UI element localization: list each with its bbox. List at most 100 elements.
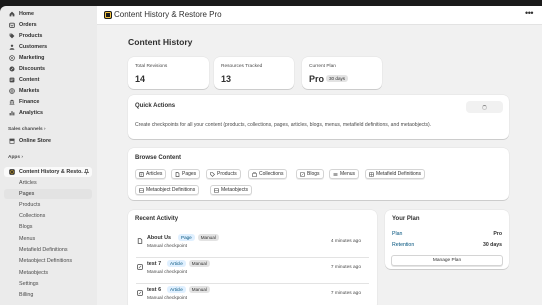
app-title-bar: Content History & Restore Pro ••• [97, 6, 542, 25]
sidebar-subitem-metaobject-definitions[interactable]: Metaobject Definitions [4, 256, 92, 266]
blog-icon [300, 171, 305, 177]
browse-collections-button[interactable]: Collections [248, 169, 288, 179]
menu-icon [333, 172, 338, 176]
sidebar-item-label: Analytics [19, 110, 43, 116]
sidebar-subitem-label: Menus [19, 236, 36, 242]
browse-content-title: Browse Content [135, 155, 182, 161]
sidebar-subitem-blogs[interactable]: Blogs [4, 222, 92, 232]
pin-icon[interactable] [83, 169, 90, 177]
tag-icon [210, 171, 215, 177]
article-icon [137, 290, 143, 296]
stat-card-current-plan: Current Plan Pro 30 days [302, 57, 382, 89]
sidebar-subitem-articles[interactable]: Articles [4, 178, 92, 188]
sidebar-item-content[interactable]: Content [4, 75, 92, 85]
recent-activity-title: Recent Activity [135, 216, 179, 222]
activity-row[interactable]: test 6 Article Manual Manual checkpoint … [128, 282, 369, 305]
activity-resource-name: test 6 [147, 287, 162, 293]
activity-timestamp: 7 minutes ago [330, 291, 361, 296]
sidebar-subitem-metaobjects[interactable]: Metaobjects [4, 268, 92, 278]
sidebar-item-label: Orders [19, 22, 37, 28]
activity-resource-name: About Us [147, 235, 171, 241]
chip-label: Metaobjects [221, 187, 248, 193]
app-title: Content History & Restore Pro [114, 10, 222, 19]
page-title: Content History [128, 37, 193, 47]
home-icon [8, 11, 15, 18]
browse-metafield-definitions-button[interactable]: Metafield Definitions [365, 169, 426, 179]
chip-label: Blogs [307, 171, 320, 177]
sidebar-subitem-menus[interactable]: Menus [4, 234, 92, 244]
sidebar-item-analytics[interactable]: Analytics [4, 108, 92, 118]
activity-resource-name: test 7 [147, 261, 162, 267]
activity-timestamp: 4 minutes ago [330, 239, 361, 244]
sidebar-subitem-label: Metafield Definitions [19, 247, 68, 253]
sidebar-item-orders[interactable]: Orders [4, 20, 92, 30]
browse-pages-button[interactable]: Pages [171, 169, 201, 179]
browse-articles-button[interactable]: Articles [135, 169, 167, 179]
sidebar: Home Orders Products Customers Marketing… [0, 6, 97, 305]
quick-actions-description: Create checkpoints for all your content … [135, 122, 432, 128]
activity-row[interactable]: About Us Page Manual Manual checkpoint 4… [128, 230, 369, 256]
plan-duration-badge: 30 days [326, 75, 349, 82]
chart-icon [8, 110, 15, 117]
activity-badges: Article Manual [167, 260, 210, 267]
collection-icon [252, 171, 257, 177]
stat-label: Current Plan [309, 64, 336, 69]
activity-row[interactable]: test 7 Article Manual Manual checkpoint … [128, 256, 369, 282]
chip-label: Pages [182, 171, 197, 177]
browse-products-button[interactable]: Products [206, 169, 241, 179]
browse-blogs-button[interactable]: Blogs [296, 169, 324, 179]
metaobject-icon [139, 187, 144, 193]
apps-header[interactable]: Apps › [8, 155, 23, 160]
sidebar-item-app[interactable]: Content History & Resto... [4, 167, 92, 177]
manage-plan-button[interactable]: Manage Plan [391, 255, 503, 266]
sidebar-item-label: Markets [19, 88, 40, 94]
sidebar-item-label: Products [19, 33, 43, 39]
main-content: Content History & Restore Pro ••• Conten… [97, 6, 542, 305]
checkpoint-kind-badge: Manual [197, 234, 219, 241]
more-horizontal-icon[interactable]: ••• [525, 8, 533, 18]
activity-timestamp: 7 minutes ago [330, 265, 361, 270]
sidebar-item-online-store[interactable]: Online Store [4, 136, 92, 146]
sidebar-item-discounts[interactable]: Discounts [4, 64, 92, 74]
sidebar-subitem-billing[interactable]: Billing [4, 290, 92, 300]
your-plan-title: Your Plan [392, 216, 420, 222]
sidebar-item-label: Finance [19, 99, 40, 105]
stat-value: Pro [309, 74, 325, 84]
sidebar-subitem-label: Collections [19, 213, 46, 219]
quick-actions-title: Quick Actions [135, 103, 176, 109]
resource-type-badge: Article [167, 286, 186, 293]
sidebar-item-label: Content History & Resto... [19, 169, 83, 175]
sidebar-item-products[interactable]: Products [4, 31, 92, 41]
sidebar-item-marketing[interactable]: Marketing [4, 53, 92, 63]
sidebar-subitem-settings[interactable]: Settings [4, 279, 92, 289]
article-icon [137, 264, 143, 270]
store-icon [8, 138, 15, 145]
sidebar-item-label: Customers [19, 44, 48, 50]
create-checkpoints-button-loading[interactable] [466, 101, 503, 113]
tag-icon [8, 33, 15, 40]
plan-label: Plan [392, 231, 403, 237]
person-icon [8, 44, 15, 51]
resource-type-badge: Article [167, 260, 186, 267]
sales-channels-header[interactable]: Sales channels › [8, 127, 46, 132]
checkpoint-kind-badge: Manual [188, 286, 210, 293]
page-icon [175, 171, 180, 177]
sidebar-item-finance[interactable]: Finance [4, 97, 92, 107]
stat-card-total-revisions: Total Revisions 14 [128, 57, 209, 89]
sidebar-item-customers[interactable]: Customers [4, 42, 92, 52]
sidebar-subitem-collections[interactable]: Collections [4, 211, 92, 221]
sidebar-subitem-products[interactable]: Products [4, 200, 92, 210]
retention-label: Retention [392, 242, 415, 248]
browse-metaobject-definitions-button[interactable]: Metaobject Definitions [135, 185, 200, 195]
chevron-right-icon: › [44, 127, 46, 132]
sidebar-subitem-pages[interactable]: Pages [4, 189, 92, 199]
sidebar-item-markets[interactable]: Markets [4, 86, 92, 96]
target-icon [8, 55, 15, 62]
sidebar-item-home[interactable]: Home [4, 9, 92, 19]
browse-metaobjects-button[interactable]: Metaobjects [210, 185, 252, 195]
browse-menus-button[interactable]: Menus [329, 169, 360, 179]
sidebar-subitem-metafield-definitions[interactable]: Metafield Definitions [4, 245, 92, 255]
checkpoint-kind-badge: Manual [188, 260, 210, 267]
bank-icon [8, 99, 15, 106]
sidebar-subitem-label: Metaobjects [19, 270, 49, 276]
